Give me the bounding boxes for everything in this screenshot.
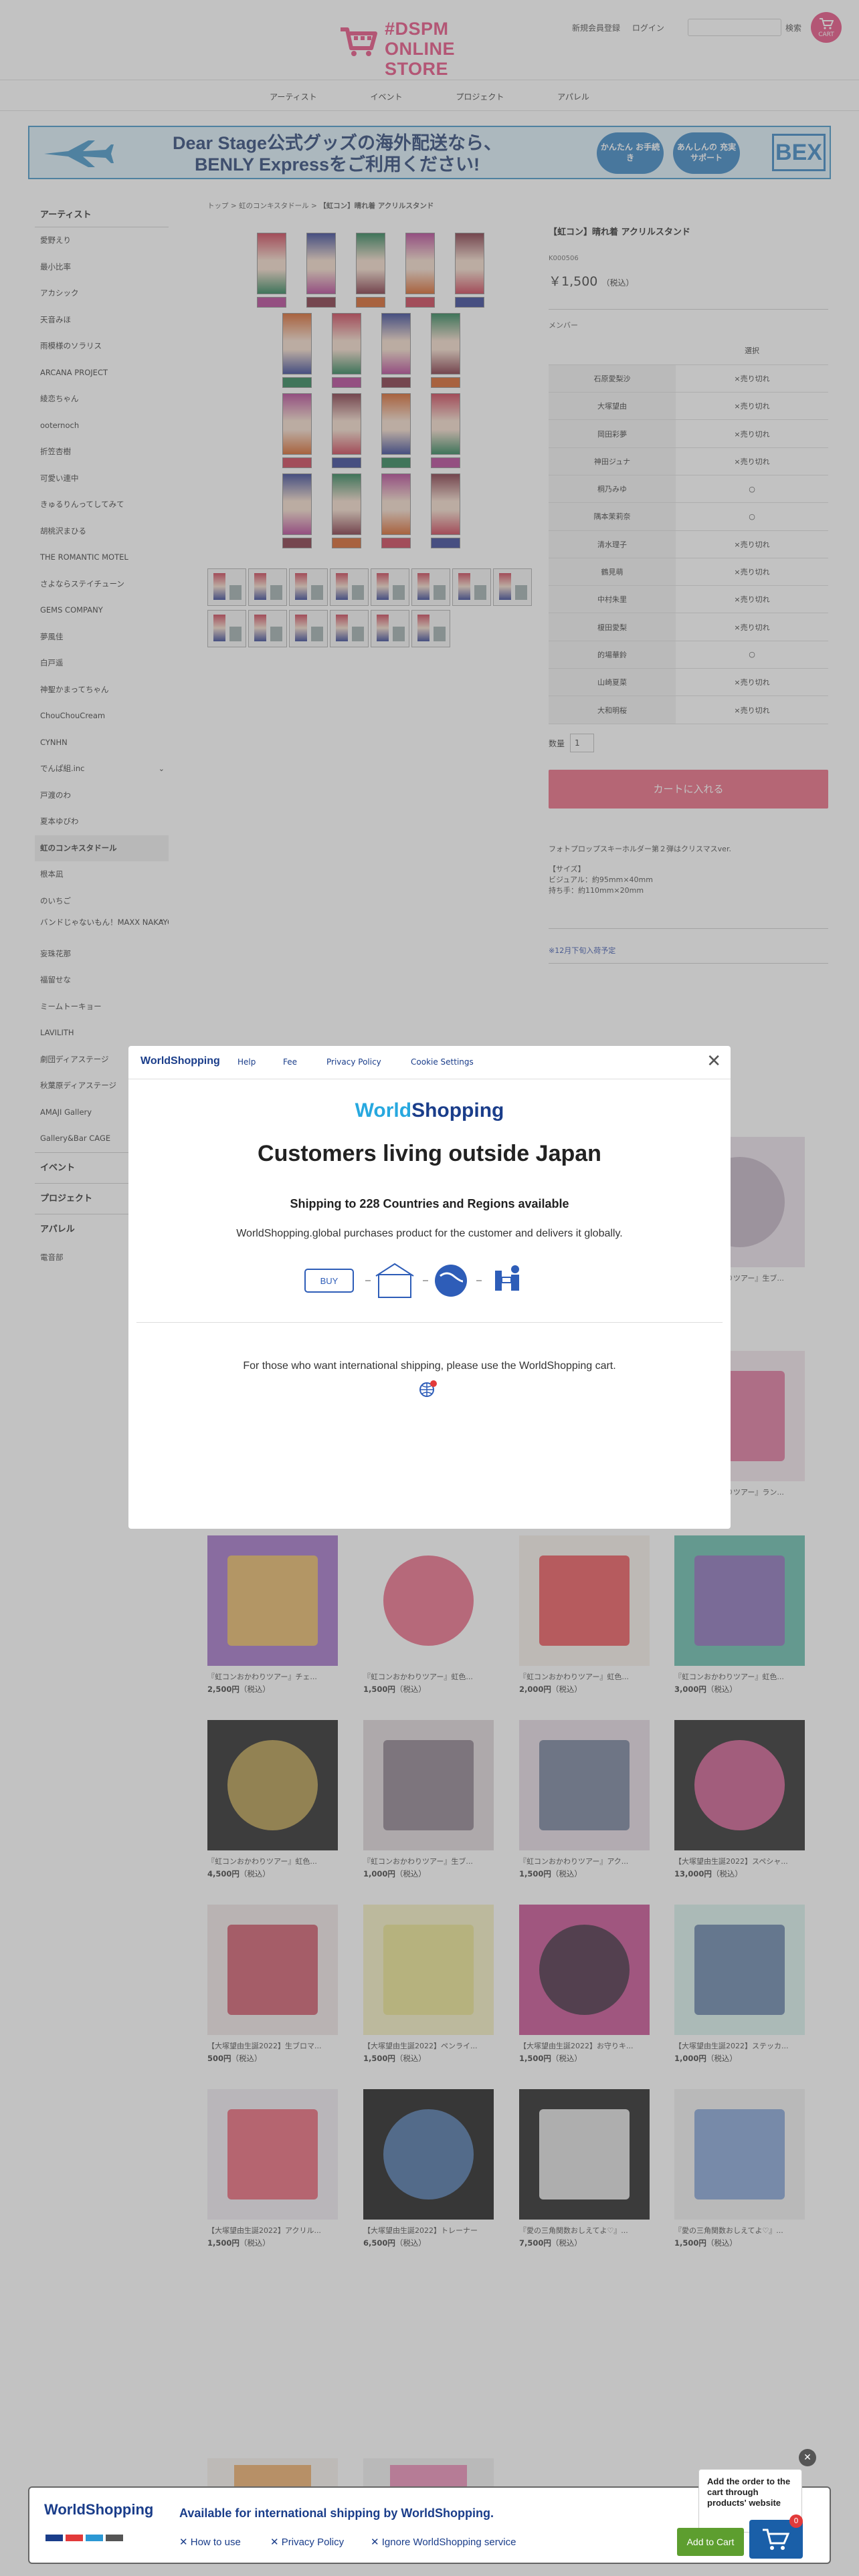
modal-description: WorldShopping.global purchases product f… [236, 1228, 623, 1239]
modal-link-cookie[interactable]: Cookie Settings [411, 1057, 474, 1067]
privacy-label: Privacy Policy [281, 2537, 345, 2548]
ws-cart-count: 0 [789, 2514, 803, 2528]
how-to-use-link[interactable]: ✕ How to use [179, 2536, 241, 2548]
worldshopping-modal: WorldShopping Help Fee Privacy Policy Co… [128, 1046, 731, 1529]
modal-divider [136, 1322, 723, 1323]
close-mark-icon: ✕ [371, 2537, 382, 2548]
ws-add-to-cart-button[interactable]: Add to Cart [677, 2528, 744, 2556]
modal-steps: BUY [304, 1260, 558, 1303]
ws-cart-button[interactable]: 0 [749, 2514, 803, 2559]
close-mark-icon: ✕ [270, 2537, 282, 2548]
shipping-steps-icon: BUY [304, 1263, 519, 1298]
modal-nav-logo: WorldShopping [140, 1055, 220, 1067]
modal-link-help[interactable]: Help [237, 1057, 256, 1067]
globe-cart-icon[interactable] [419, 1379, 438, 1402]
modal-link-privacy[interactable]: Privacy Policy [326, 1057, 381, 1067]
ignore-label: Ignore WorldShopping service [381, 2537, 516, 2548]
globe-icon [419, 1380, 437, 1397]
modal-close-icon[interactable]: ✕ [706, 1053, 721, 1070]
worldshopping-bottom-bar: WorldShopping Available for internationa… [28, 2449, 831, 2564]
modal-headline: Customers living outside Japan [258, 1141, 601, 1166]
modal-subheadline: Shipping to 228 Countries and Regions av… [290, 1197, 569, 1210]
step-buy-text: BUY [320, 1276, 339, 1286]
modal-brand: WorldShopping [128, 1099, 731, 1122]
payment-icons [45, 2535, 123, 2543]
privacy-policy-link[interactable]: ✕ Privacy Policy [270, 2536, 344, 2548]
how-to-use-label: How to use [190, 2537, 241, 2548]
brand-world: World [355, 1099, 412, 1121]
close-mark-icon: ✕ [179, 2537, 191, 2548]
modal-cart-note: For those who want international shippin… [243, 1360, 616, 1372]
modal-nav: WorldShopping Help Fee Privacy Policy Co… [128, 1046, 731, 1079]
bottom-bar-logo: WorldShopping [44, 2501, 154, 2518]
modal-link-fee[interactable]: Fee [283, 1057, 297, 1067]
ws-cart-icon [763, 2529, 789, 2550]
bottom-bar-title: Available for international shipping by … [179, 2506, 494, 2520]
ignore-service-link[interactable]: ✕ Ignore WorldShopping service [371, 2536, 516, 2548]
brand-shopping: Shopping [411, 1099, 504, 1121]
bottom-bar-close-button[interactable]: ✕ [799, 2449, 816, 2466]
